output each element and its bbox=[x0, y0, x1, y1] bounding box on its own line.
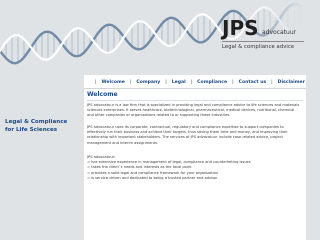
nav-item-contact-us[interactable]: Contact us bbox=[239, 80, 267, 85]
list-item: = is service-driven and dedicated to bei… bbox=[87, 175, 218, 180]
nav-separator: | bbox=[165, 79, 167, 85]
logo-tagline: Legal & compliance advice bbox=[222, 44, 295, 50]
nav-separator: | bbox=[271, 79, 273, 85]
right-strip bbox=[306, 75, 320, 240]
intro-paragraph: JPS advocatuur is a law firm that is spe… bbox=[87, 103, 300, 118]
sidebar-title-line: for Life Sciences bbox=[5, 127, 58, 133]
logo-divider bbox=[222, 41, 304, 42]
left-sidebar bbox=[0, 75, 84, 240]
features-list: = has extensive experience in management… bbox=[87, 160, 302, 181]
nav-item-compliance[interactable]: Compliance bbox=[197, 80, 227, 85]
nav-divider bbox=[84, 88, 306, 89]
page: JPS advocatuur Legal & compliance advice… bbox=[0, 0, 320, 240]
logo-subtitle: advocatuur bbox=[262, 29, 297, 36]
main-nav: | Welcome | Company | Legal | Compliance… bbox=[95, 78, 305, 86]
sidebar-title-line: Legal & Compliance bbox=[5, 119, 68, 125]
page-title: Welcome bbox=[87, 91, 118, 98]
logo-jps: JPS bbox=[222, 16, 259, 40]
nav-separator: | bbox=[190, 79, 193, 85]
features-block: JPS advocatuur: = has extensive experien… bbox=[87, 155, 302, 181]
nav-separator: | bbox=[232, 79, 234, 85]
nav-separator: | bbox=[95, 79, 97, 85]
title-divider bbox=[87, 100, 303, 101]
services-paragraph: JPS advocatuur uses its corporate, contr… bbox=[87, 125, 288, 145]
nav-item-welcome[interactable]: Welcome bbox=[102, 80, 125, 85]
logo[interactable]: JPS advocatuur Legal & compliance advice bbox=[222, 16, 304, 57]
nav-item-disclaimer[interactable]: Disclaimer bbox=[278, 80, 305, 85]
nav-item-company[interactable]: Company bbox=[136, 80, 160, 85]
nav-item-legal[interactable]: Legal bbox=[172, 80, 186, 85]
nav-separator: | bbox=[129, 79, 132, 85]
sidebar-title: Legal & Compliance for Life Sciences bbox=[5, 118, 83, 134]
header-banner: JPS advocatuur Legal & compliance advice bbox=[0, 0, 320, 75]
